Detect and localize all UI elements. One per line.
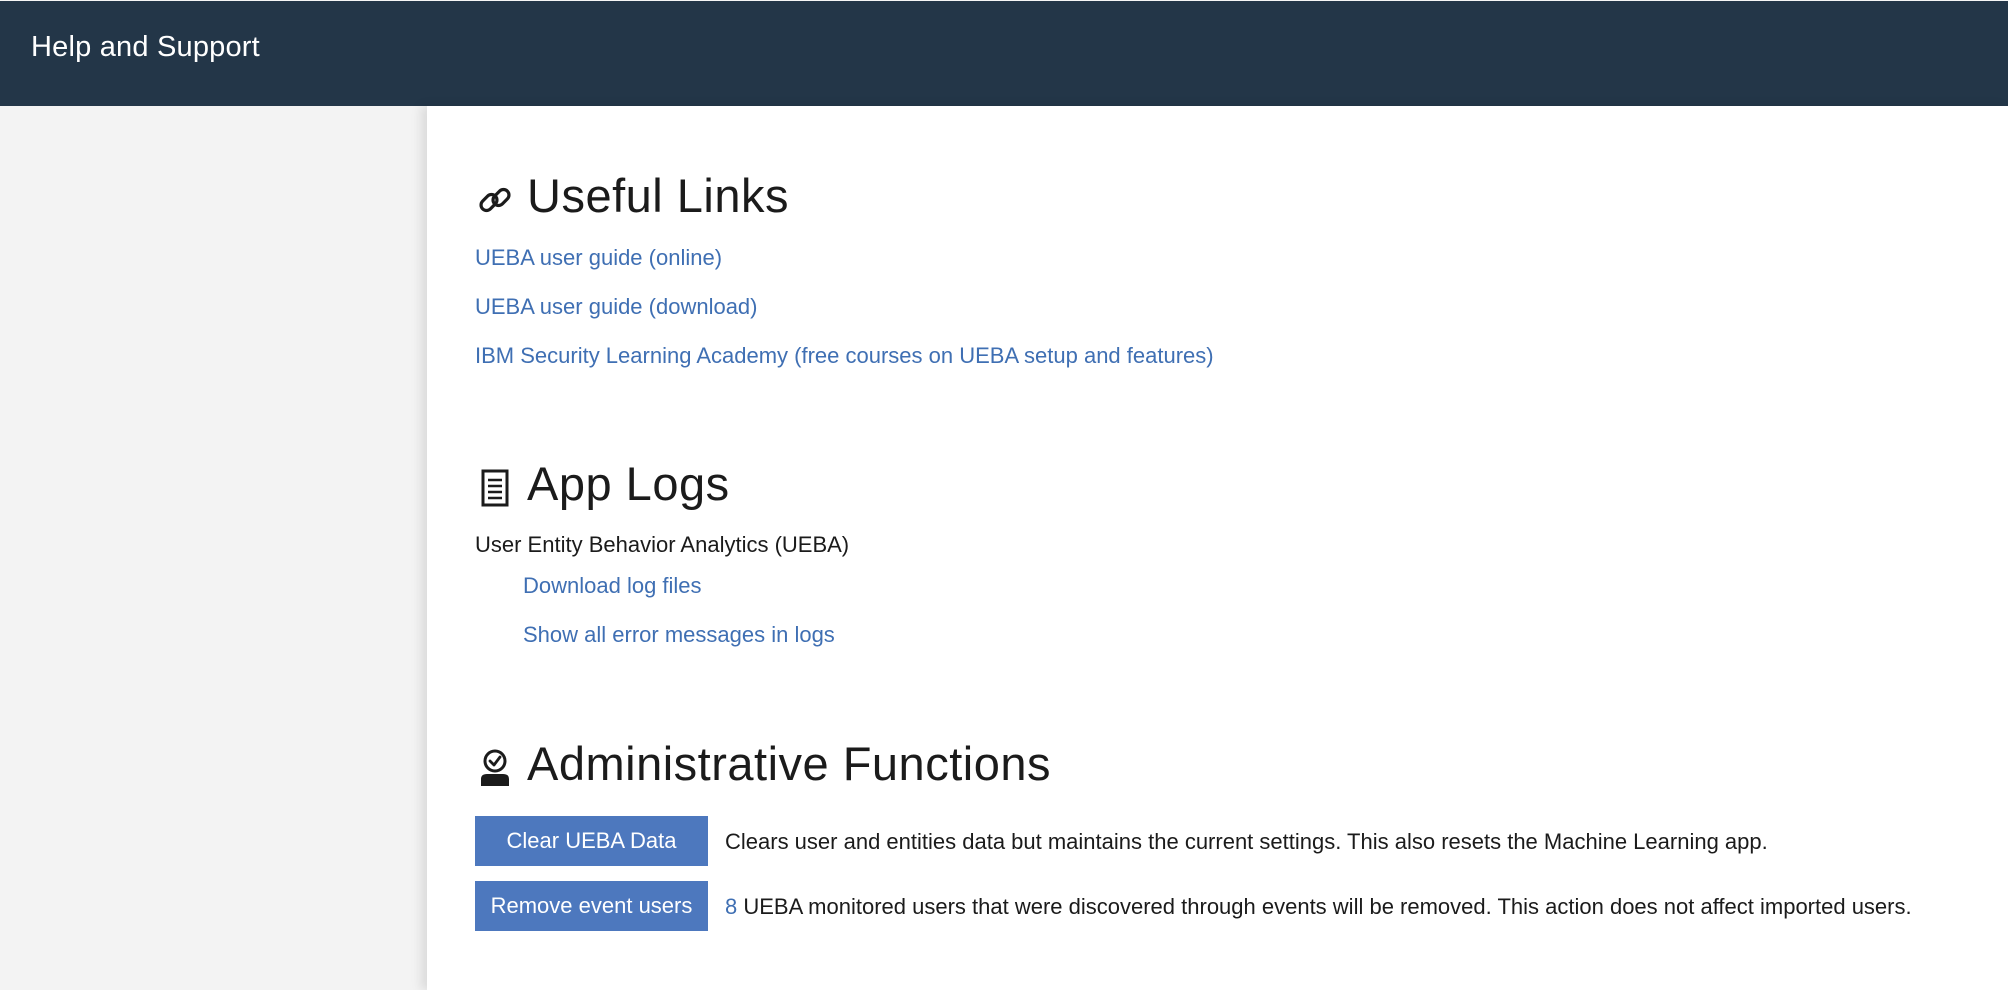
- event-users-count[interactable]: 8: [725, 894, 737, 919]
- app-logs-heading: App Logs: [475, 456, 730, 511]
- admin-functions-heading: Administrative Functions: [475, 736, 1051, 791]
- link-learning-academy[interactable]: IBM Security Learning Academy (free cour…: [475, 343, 1214, 369]
- link-show-error-messages[interactable]: Show all error messages in logs: [523, 622, 835, 648]
- app-name-label: User Entity Behavior Analytics (UEBA): [475, 532, 850, 557]
- document-icon: [475, 464, 515, 506]
- link-user-guide-online[interactable]: UEBA user guide (online): [475, 245, 722, 271]
- clear-ueba-data-button[interactable]: Clear UEBA Data: [475, 816, 708, 866]
- remove-event-users-button[interactable]: Remove event users: [475, 881, 708, 931]
- useful-links-heading: Useful Links: [475, 168, 789, 223]
- remove-users-text: UEBA monitored users that were discovere…: [743, 894, 1912, 919]
- link-user-guide-download[interactable]: UEBA user guide (download): [475, 294, 758, 320]
- clear-data-description: Clears user and entities data but mainta…: [725, 829, 1768, 854]
- page-title: Help and Support: [31, 31, 260, 63]
- link-download-log-files[interactable]: Download log files: [523, 573, 702, 599]
- admin-user-icon: [475, 744, 515, 786]
- link-icon: [475, 176, 515, 216]
- remove-users-description: 8 UEBA monitored users that were discove…: [725, 894, 1912, 920]
- admin-functions-title: Administrative Functions: [527, 737, 1051, 790]
- app-logs-title: App Logs: [527, 457, 730, 510]
- useful-links-title: Useful Links: [527, 169, 789, 222]
- left-sidebar: [0, 106, 427, 990]
- top-header: Help and Support: [0, 0, 2008, 106]
- main-content: Useful Links UEBA user guide (online) UE…: [427, 106, 2008, 990]
